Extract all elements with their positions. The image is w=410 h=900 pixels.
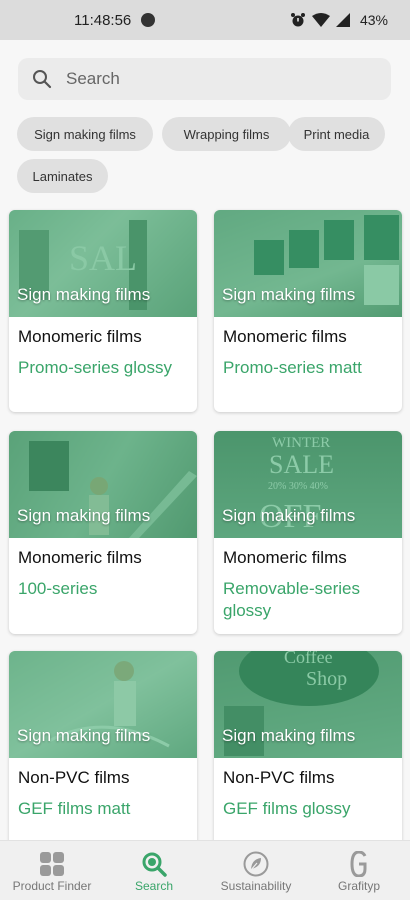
card-type: Monomeric films [223,327,347,346]
signal-icon [335,13,350,27]
chip-print-media[interactable]: Print media [288,117,385,151]
nav-label: Search [134,879,174,893]
product-card[interactable]: SAL Sign making films Monomeric films Pr… [9,210,197,412]
status-bar: 11:48:56 43% [0,0,410,40]
card-image: Coffee Shop Sign making films [214,651,402,758]
card-image: Sign making films [214,210,402,317]
chip-sign-making-films[interactable]: Sign making films [17,117,153,151]
product-card[interactable]: Sign making films Monomeric films Promo-… [214,210,402,412]
nav-product-finder[interactable]: Product Finder [6,841,98,900]
card-image: SAL Sign making films [9,210,197,317]
status-icons: 43% [290,12,388,28]
card-product: 100-series [18,579,98,598]
nav-label: Grafityp [337,879,380,893]
card-type: Monomeric films [223,548,347,567]
brand-g-icon [350,851,367,877]
product-card[interactable]: Coffee Shop Sign making films Non-PVC fi… [214,651,402,840]
battery-percent: 43% [359,12,388,28]
nav-sustainability[interactable]: Sustainability [213,841,299,900]
product-card[interactable]: WINTER SALE 20% 30% 40% OFF Sign making … [214,431,402,634]
wifi-icon [311,13,330,27]
bottom-navigation: Product Finder Search Sustainability Gra… [0,840,410,900]
card-type: Non-PVC films [223,768,335,787]
product-card[interactable]: Sign making films Non-PVC films GEF film… [9,651,197,840]
card-image: WINTER SALE 20% 30% 40% OFF Sign making … [214,431,402,538]
nav-label: Product Finder [12,879,92,893]
search-icon [142,852,167,877]
card-product: GEF films matt [18,799,131,818]
product-card[interactable]: Sign making films Monomeric films 100-se… [9,431,197,634]
search-input[interactable]: Search [18,58,391,100]
card-type: Non-PVC films [18,768,130,787]
search-screen: Search Sign making films Wrapping films … [0,40,410,840]
card-image: Sign making films [9,431,197,538]
chip-laminates[interactable]: Laminates [17,159,108,193]
search-placeholder: Search [66,69,120,88]
card-product: Promo-series glossy [18,358,172,377]
alarm-icon [290,13,305,27]
card-category: Sign making films [222,285,356,304]
app-notification-icon [141,13,156,27]
nav-grafityp[interactable]: Grafityp [330,841,388,900]
search-icon [33,70,52,89]
card-category: Sign making films [17,726,151,745]
card-product: Promo-series matt [223,358,362,377]
grid-icon [40,852,64,876]
card-category: Sign making films [17,285,151,304]
card-product: GEF films glossy [223,799,351,818]
card-category: Sign making films [17,506,151,525]
leaf-icon [243,851,269,877]
card-category: Sign making films [222,726,356,745]
nav-label: Sustainability [220,879,292,893]
card-type: Monomeric films [18,327,142,346]
status-time: 11:48:56 [74,11,132,29]
card-product: Removable-series glossy [223,579,360,620]
chip-wrapping-films[interactable]: Wrapping films [162,117,291,151]
card-image: Sign making films [9,651,197,758]
nav-search[interactable]: Search [124,841,184,900]
card-category: Sign making films [222,506,356,525]
card-type: Monomeric films [18,548,142,567]
